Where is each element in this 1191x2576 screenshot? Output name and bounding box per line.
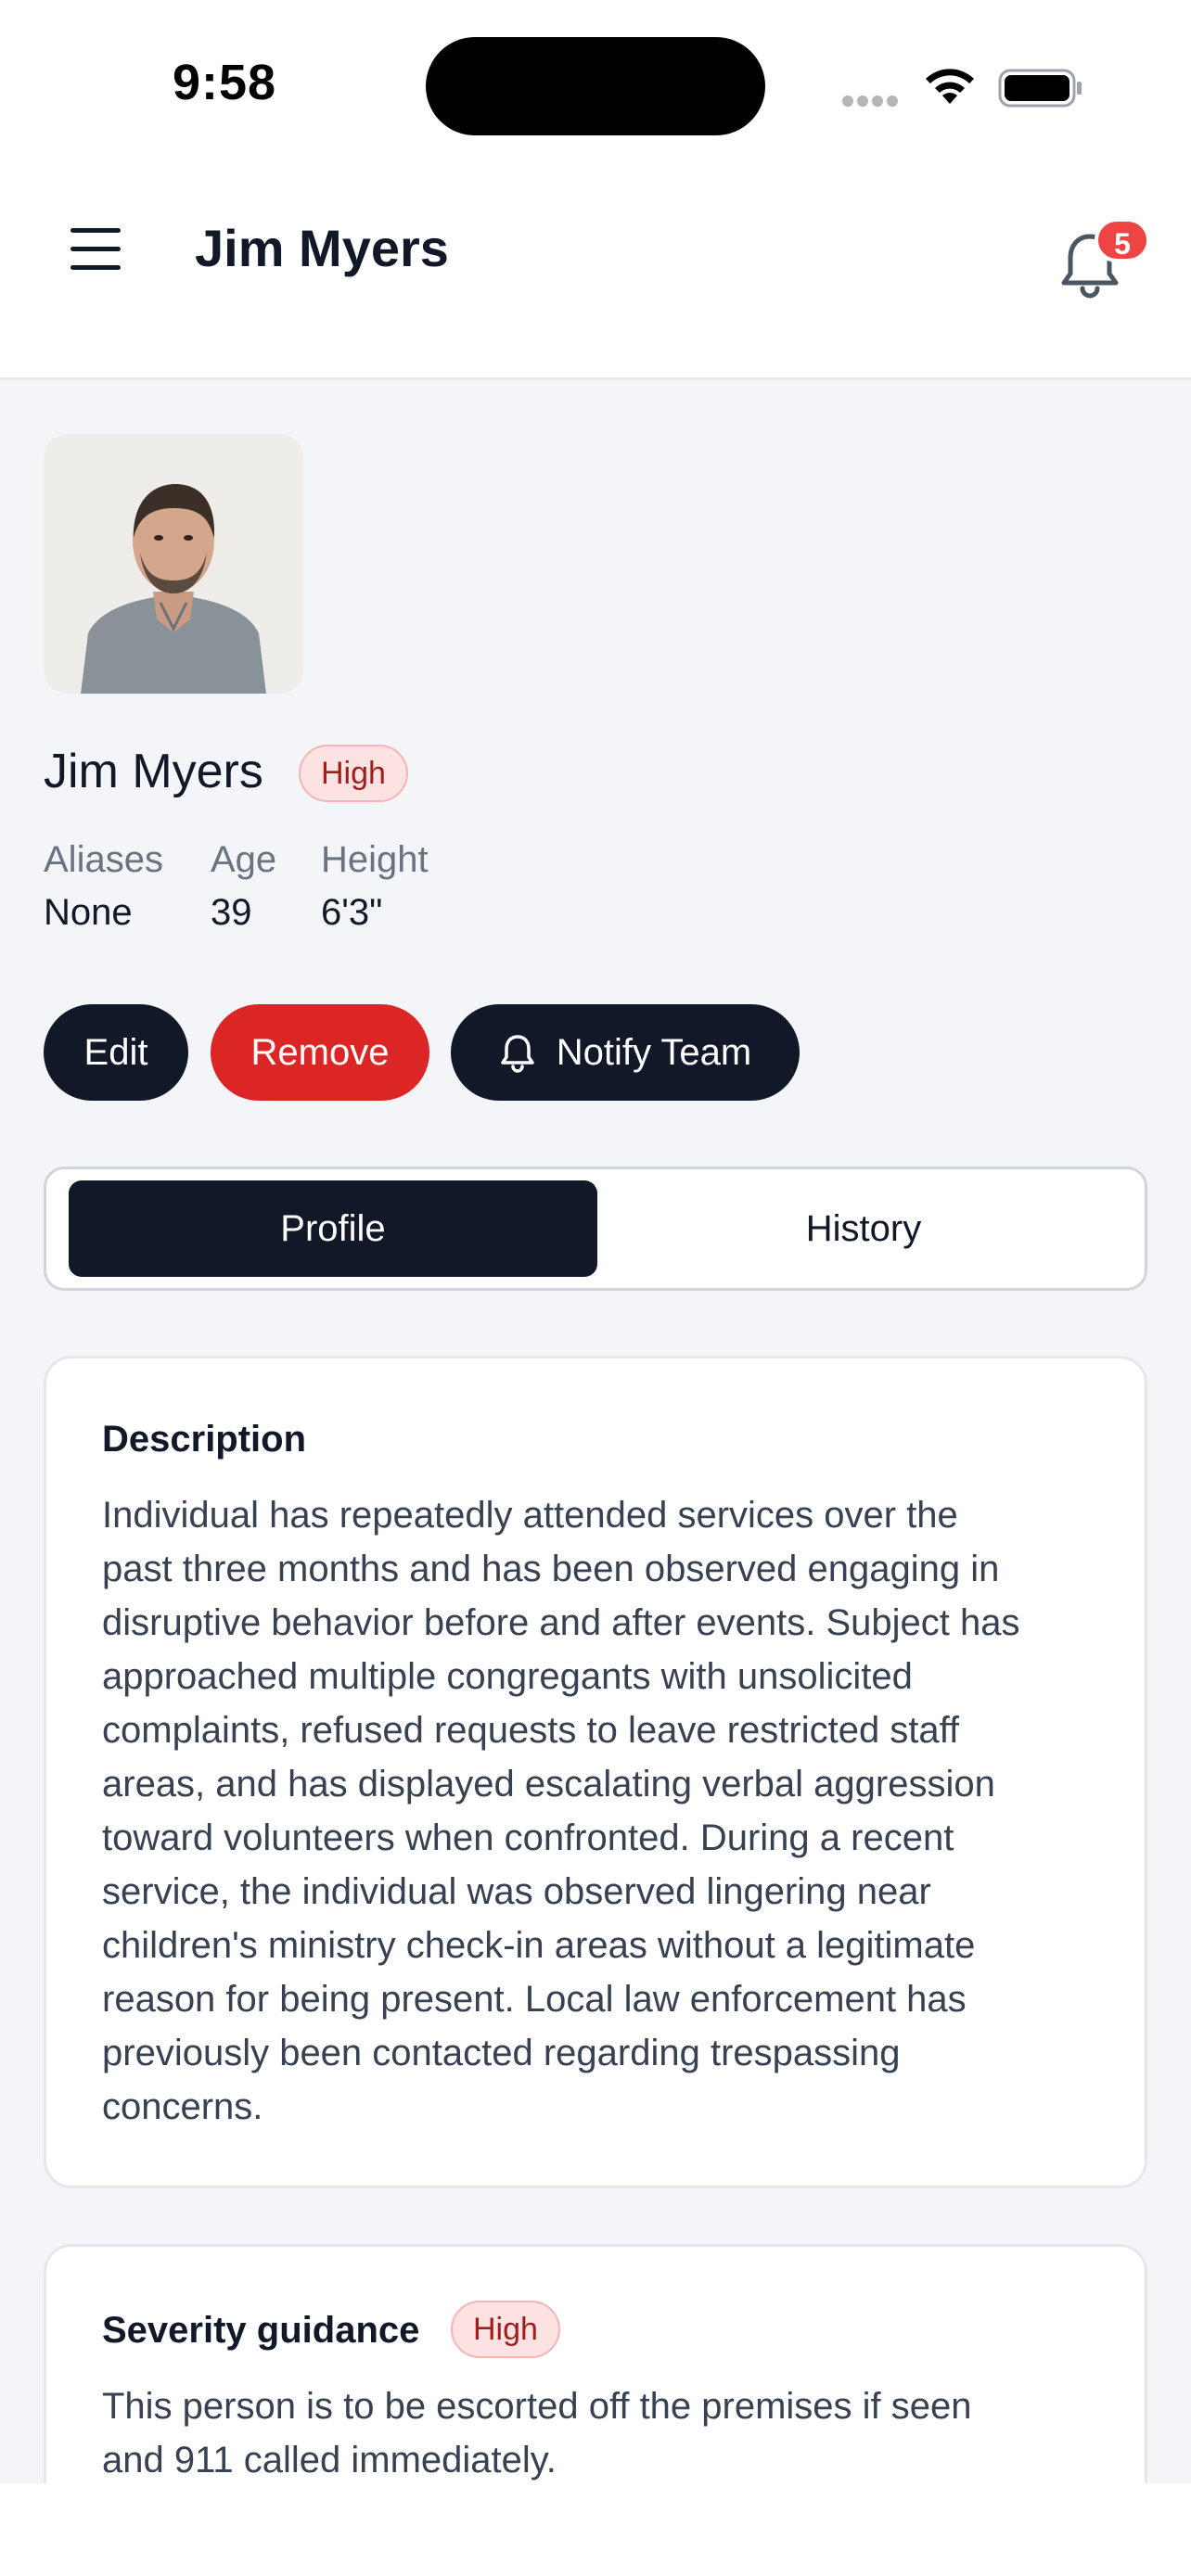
severity-guidance-title: Severity guidance — [102, 2310, 420, 2351]
main-content: Jim Myers High Aliases None Age 39 Heigh… — [0, 380, 1191, 2541]
severity-badge: High — [299, 745, 408, 802]
detail-value: None — [44, 892, 133, 933]
description-title: Description — [102, 1419, 307, 1460]
description-card: Description Individual has repeatedly at… — [44, 1356, 1147, 2188]
person-name: Jim Myers — [44, 745, 263, 798]
hamburger-menu-icon[interactable] — [70, 228, 124, 271]
detail-aliases: Aliases None — [44, 839, 163, 934]
severity-guidance-text: This person is to be escorted off the pr… — [102, 2386, 972, 2480]
notify-team-button[interactable]: Notify Team — [451, 1004, 800, 1101]
page-title: Jim Myers — [195, 219, 449, 277]
notifications-button[interactable]: 5 — [1057, 218, 1150, 301]
bell-icon — [501, 1035, 534, 1073]
tab-profile[interactable]: Profile — [69, 1180, 597, 1277]
detail-value: 6'3" — [321, 892, 383, 933]
edit-button-label: Edit — [83, 1031, 148, 1073]
battery-icon — [998, 69, 1082, 108]
detail-label: Age — [211, 839, 277, 880]
detail-value: 39 — [211, 892, 252, 933]
cellular-signal-icon — [842, 95, 902, 111]
detail-label: Aliases — [44, 839, 163, 880]
description-text: Individual has repeatedly attended servi… — [102, 1495, 1020, 2127]
notification-count-badge: 5 — [1095, 218, 1150, 262]
detail-age: Age 39 — [211, 839, 276, 934]
app-header: Jim Myers 5 — [0, 167, 1191, 380]
bottom-safe-area — [0, 2483, 1191, 2576]
profile-photo — [44, 434, 303, 694]
notify-team-label: Notify Team — [556, 1031, 752, 1073]
status-time: 9:58 — [173, 55, 277, 110]
remove-button[interactable]: Remove — [211, 1004, 429, 1101]
severity-badge: High — [451, 2301, 560, 2358]
dynamic-island — [426, 37, 765, 135]
detail-height: Height 6'3" — [321, 839, 429, 934]
profile-history-tabs: Profile History — [44, 1167, 1147, 1291]
tab-history[interactable]: History — [599, 1180, 1128, 1277]
wifi-icon — [926, 69, 974, 104]
edit-button[interactable]: Edit — [44, 1004, 188, 1101]
detail-label: Height — [321, 839, 429, 880]
remove-button-label: Remove — [250, 1031, 390, 1073]
status-bar: 9:58 — [0, 0, 1191, 167]
